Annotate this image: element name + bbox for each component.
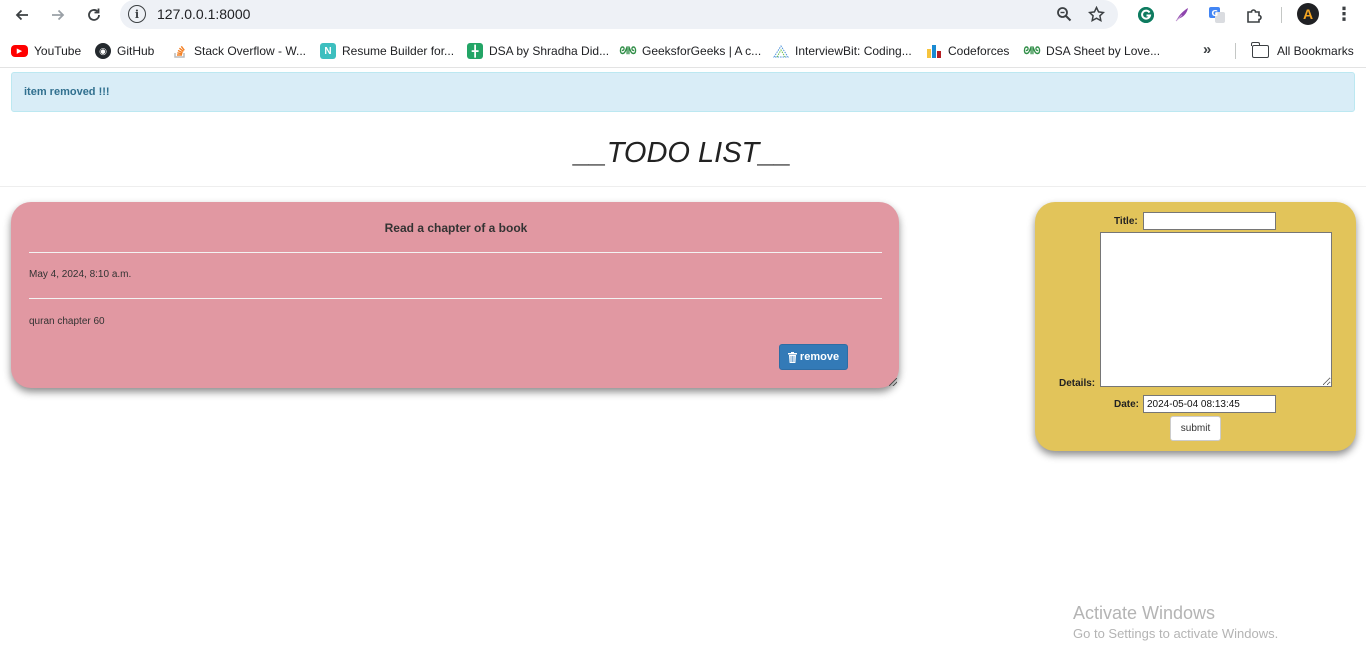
zoom-icon[interactable] xyxy=(1054,4,1074,24)
bookmark-label: GitHub xyxy=(117,44,155,58)
todo-title: Read a chapter of a book xyxy=(384,221,528,235)
resume-builder-icon: N xyxy=(320,43,336,59)
bookmarks-divider xyxy=(1235,43,1236,59)
browser-toolbar: i 127.0.0.1:8000 G A ⋮ xyxy=(0,0,1366,30)
grammarly-extension-icon[interactable] xyxy=(1135,4,1157,26)
interviewbit-icon xyxy=(773,43,789,59)
date-label: Date: xyxy=(1114,399,1140,410)
reload-button[interactable] xyxy=(81,2,107,28)
geeksforgeeks-icon: ᘛᘚ xyxy=(619,45,637,57)
bookmark-youtube[interactable]: ▶ YouTube xyxy=(11,42,81,60)
reload-icon xyxy=(88,8,100,21)
forward-arrow-icon xyxy=(52,9,65,21)
bookmark-label: InterviewBit: Coding... xyxy=(795,44,912,58)
address-bar-url[interactable]: 127.0.0.1:8000 xyxy=(157,6,250,22)
bookmark-label: DSA by Shradha Did... xyxy=(489,44,610,58)
watermark-subtitle: Go to Settings to activate Windows. xyxy=(1073,626,1279,641)
forward-button[interactable] xyxy=(45,2,71,28)
todo-date: May 4, 2024, 8:10 a.m. xyxy=(29,269,132,280)
bookmark-interviewbit[interactable]: InterviewBit: Coding... xyxy=(773,42,912,60)
todo-card: Read a chapter of a book May 4, 2024, 8:… xyxy=(11,202,899,388)
title-input[interactable] xyxy=(1143,212,1276,230)
google-translate-extension-icon[interactable]: G xyxy=(1206,4,1228,26)
todo-details: quran chapter 60 xyxy=(29,316,105,327)
back-arrow-icon xyxy=(15,9,28,21)
alert-message: item removed !!! xyxy=(24,86,110,98)
geeksforgeeks-icon: ᘛᘚ xyxy=(1023,45,1041,57)
submit-button[interactable]: submit xyxy=(1170,416,1221,441)
svg-text:G: G xyxy=(1212,9,1219,18)
bookmark-github[interactable]: ◉ GitHub xyxy=(95,42,154,60)
resize-handle[interactable] xyxy=(889,378,897,386)
toolbar-divider xyxy=(1281,7,1282,23)
title-label: Title: xyxy=(1114,216,1138,227)
sheets-icon: ╋ xyxy=(467,43,483,59)
all-bookmarks-button[interactable]: All Bookmarks xyxy=(1251,41,1354,60)
bookmark-resume-builder[interactable]: N Resume Builder for... xyxy=(320,42,454,60)
bookmark-star-icon[interactable] xyxy=(1086,4,1106,24)
bookmark-codeforces[interactable]: Codeforces xyxy=(926,42,1009,60)
date-input[interactable] xyxy=(1143,395,1276,413)
github-icon: ◉ xyxy=(95,43,111,59)
extensions-puzzle-icon[interactable] xyxy=(1243,4,1265,26)
activate-windows-watermark: Activate Windows Go to Settings to activ… xyxy=(1073,603,1278,641)
bookmark-label: Codeforces xyxy=(948,44,1010,58)
codeforces-icon xyxy=(926,43,942,59)
trash-icon xyxy=(787,351,797,363)
more-bookmarks-chevron-icon[interactable]: » xyxy=(1203,41,1211,58)
details-label: Details: xyxy=(1059,378,1096,389)
profile-avatar[interactable]: A xyxy=(1297,3,1319,25)
bookmark-label: YouTube xyxy=(34,44,82,58)
details-textarea[interactable] xyxy=(1100,232,1332,387)
remove-button[interactable]: remove xyxy=(779,344,848,370)
address-bar[interactable]: i 127.0.0.1:8000 xyxy=(120,0,1118,29)
all-bookmarks-label: All Bookmarks xyxy=(1277,44,1354,58)
add-todo-form: Title: Details: Date: submit xyxy=(1035,202,1356,451)
feather-extension-icon[interactable] xyxy=(1171,4,1193,26)
info-alert: item removed !!! xyxy=(11,72,1355,112)
bookmark-stackoverflow[interactable]: Stack Overflow - W... xyxy=(172,42,306,60)
bookmark-dsa-sheet-love[interactable]: ᘛᘚ DSA Sheet by Love... xyxy=(1023,42,1161,60)
back-button[interactable] xyxy=(9,2,35,28)
todo-divider xyxy=(29,252,882,253)
youtube-icon: ▶ xyxy=(11,45,28,57)
watermark-title: Activate Windows xyxy=(1073,603,1216,623)
bookmark-label: Stack Overflow - W... xyxy=(194,44,307,58)
page-title: __TODO LIST__ xyxy=(574,137,792,169)
site-info-icon[interactable]: i xyxy=(128,5,146,23)
browser-menu-icon[interactable]: ⋮ xyxy=(1334,3,1354,25)
bookmark-geeksforgeeks[interactable]: ᘛᘚ GeeksforGeeks | A c... xyxy=(619,42,762,60)
bookmark-dsa-shradha[interactable]: ╋ DSA by Shradha Did... xyxy=(467,42,609,60)
todo-divider xyxy=(29,298,882,299)
bookmarks-bar: ▶ YouTube ◉ GitHub Stack Overflow - W...… xyxy=(0,34,1366,68)
stackoverflow-icon xyxy=(172,43,188,59)
bookmark-label: DSA Sheet by Love... xyxy=(1046,44,1161,58)
bookmark-label: Resume Builder for... xyxy=(342,44,455,58)
remove-button-label: remove xyxy=(799,351,840,363)
bookmark-label: GeeksforGeeks | A c... xyxy=(642,44,762,58)
folder-icon xyxy=(1251,41,1269,58)
title-divider xyxy=(0,186,1366,187)
